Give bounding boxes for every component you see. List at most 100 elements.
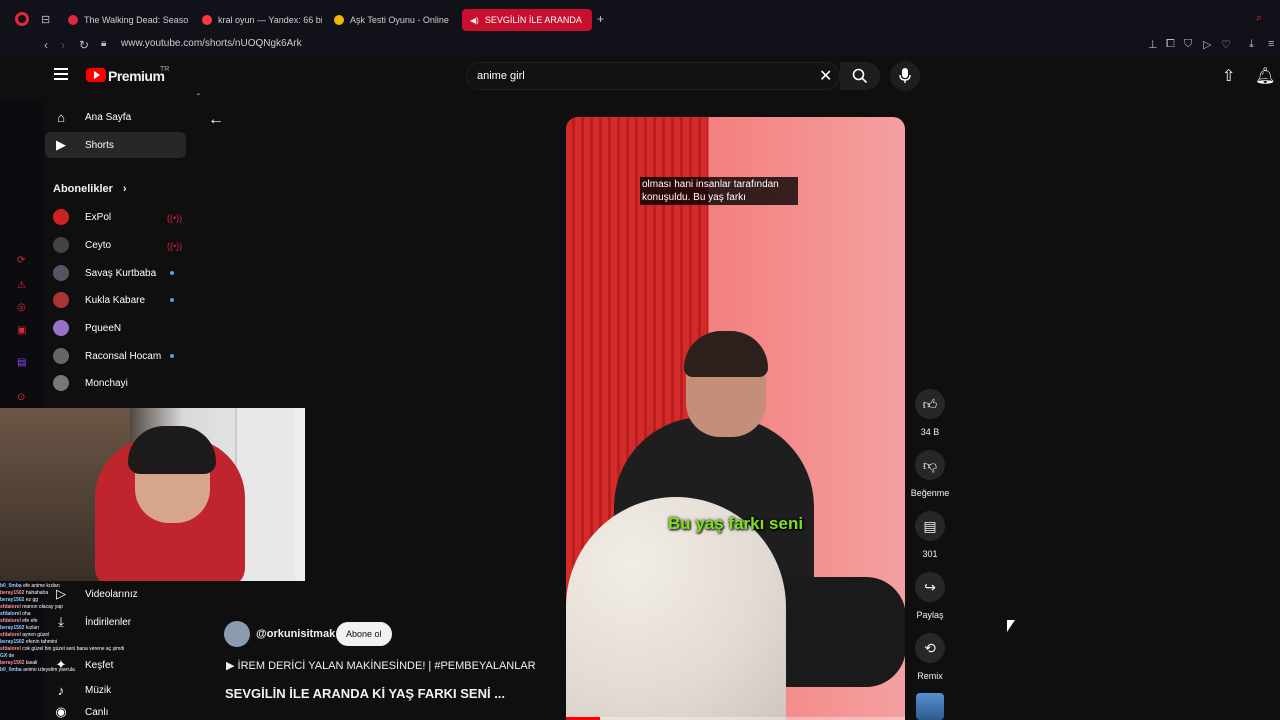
youtube-logo-icon[interactable] <box>86 68 106 82</box>
sidebar-scroll-up-icon[interactable]: ⌃ <box>195 92 202 101</box>
chat-text: animo izleyelim yavrula <box>23 667 75 673</box>
forward-icon[interactable]: › <box>61 38 65 52</box>
voice-search-button[interactable] <box>890 61 920 91</box>
address-bar: ‹ › ↻ 🔒︎ www.youtube.com/shorts/nUOQNgk6… <box>0 34 1280 56</box>
more-icon[interactable]: ⊙ <box>17 392 25 403</box>
video-caption-top: olması hani insanlar tarafından konuşuld… <box>640 177 798 205</box>
download-icon[interactable]: ⤓ <box>1249 38 1254 51</box>
tab-favicon-icon <box>68 15 78 25</box>
subscriptions-title[interactable]: Abonelikler › <box>53 183 127 195</box>
shield-icon[interactable]: ⛉ <box>1184 38 1192 51</box>
sidebar-item-ceyto[interactable]: Ceyto <box>45 232 186 258</box>
subscriptions-title-text: Abonelikler <box>53 183 113 195</box>
tab-walking-dead[interactable]: The Walking Dead: Season <box>60 9 188 31</box>
comments-button[interactable]: ▤ 301 <box>900 511 960 559</box>
remix-button[interactable]: ⟲ Remix <box>900 633 960 681</box>
new-tab-button[interactable]: + <box>597 12 604 26</box>
pin-icon[interactable]: ⊥ <box>1148 38 1158 51</box>
tab-label: Aşk Testi Oyunu - Online <box>350 15 449 25</box>
sidebar-item-label: Ana Sayfa <box>85 111 132 123</box>
new-content-dot <box>170 354 174 358</box>
comment-icon: ▤ <box>915 511 945 541</box>
music-title: İREM DERİCİ YALAN MAKİNESİNDE! | #PEMBEY… <box>237 660 536 672</box>
remix-label: Remix <box>917 671 943 681</box>
sidebar-item-monchayi[interactable]: Monchayi <box>45 370 186 396</box>
instagram-icon[interactable]: ▣ <box>17 325 26 336</box>
snapshot-icon[interactable]: ⧠ <box>1166 38 1175 51</box>
menu-icon[interactable]: ≡ <box>1268 38 1274 50</box>
sidebar-item-label: ExPol <box>85 211 112 223</box>
sidebar-item-shorts[interactable]: ▶ Shorts <box>45 132 186 158</box>
heart-icon[interactable]: ♡ <box>1221 38 1231 51</box>
chat-message: beray1502 lasali <box>0 660 225 667</box>
lock-icon[interactable]: 🔒︎ <box>101 38 106 49</box>
back-arrow-icon[interactable]: ← <box>208 111 224 129</box>
history-icon[interactable]: ⟳ <box>17 255 25 266</box>
region-code: TR <box>160 66 170 73</box>
workspaces-icon[interactable]: ⊟ <box>41 13 50 26</box>
sidebar-item-home[interactable]: ⌂ Ana Sayfa <box>45 104 186 130</box>
sidebar-item-kukla-kabare[interactable]: Kukla Kabare <box>45 287 186 313</box>
opera-logo-icon[interactable] <box>15 12 29 26</box>
youtube-brand[interactable]: Premium <box>108 68 165 84</box>
tab-ask-testi[interactable]: Aşk Testi Oyunu - Online <box>326 9 456 31</box>
like-button[interactable]: 👍︎ 34 B <box>900 389 960 437</box>
chat-username: sfdalorel <box>0 611 23 617</box>
sidebar-item-raconsal-hocam[interactable]: Raconsal Hocam <box>45 343 186 369</box>
search-tabs-icon[interactable]: ⌕ <box>1256 12 1262 25</box>
chat-username: beray1502 <box>0 625 26 631</box>
chat-message: sfdalorel aynen güzel <box>0 632 225 639</box>
channel-avatar[interactable] <box>224 621 250 647</box>
short-video-player[interactable] <box>566 117 905 720</box>
sidebar-item-expol[interactable]: ExPol <box>45 204 186 230</box>
stream-chat-overlay: b0_0mba efe anime kızları beray1502 hahah… <box>0 583 225 720</box>
home-icon: ⌂ <box>57 109 65 125</box>
chat-text: aynen güzel <box>22 632 50 638</box>
like-count: 34 B <box>920 427 940 437</box>
chat-message: sfdalorel efe efe <box>0 618 225 625</box>
tab-label: SEVGİLİN İLE ARANDA <box>484 15 582 25</box>
subscribe-button[interactable]: Abone ol <box>336 622 392 646</box>
search-button[interactable] <box>840 62 880 90</box>
audio-icon[interactable]: ◀) <box>470 16 479 25</box>
url-text[interactable]: www.youtube.com/shorts/nUOQNgk6Ark <box>121 38 302 49</box>
upload-icon[interactable]: ⇧ <box>1222 66 1235 86</box>
twitch-icon[interactable]: ▤ <box>17 357 26 368</box>
chat-message: sfdalorel cok güzel bin güzel seni bana … <box>0 646 225 653</box>
hamburger-menu-icon[interactable] <box>54 68 68 80</box>
play-icon: ▶ <box>226 660 238 672</box>
chat-username: beray1502 <box>0 660 26 666</box>
aria-icon[interactable]: ⚠ <box>17 280 26 291</box>
tab-yandex[interactable]: kral oyun — Yandex: 66 bi <box>194 9 322 31</box>
reload-icon[interactable]: ↻ <box>79 38 89 52</box>
shorts-icon: ▶ <box>56 137 66 152</box>
tab-bar: ⊟ The Walking Dead: Season kral oyun — Y… <box>0 0 1280 34</box>
chat-message: beray1502 efenin tahmini <box>0 639 225 646</box>
short-music-link[interactable]: ▶ İREM DERİCİ YALAN MAKİNESİNDE! | #PEMB… <box>226 659 536 672</box>
back-icon[interactable]: ‹ <box>44 38 48 52</box>
microphone-icon <box>899 68 911 83</box>
tab-sevgilin-active[interactable]: ◀) SEVGİLİN İLE ARANDA <box>462 9 592 31</box>
audio-thumbnail[interactable] <box>916 693 944 720</box>
avatar <box>53 348 69 364</box>
chat-username: beray1502 <box>0 590 26 596</box>
avatar <box>53 209 69 225</box>
dislike-button[interactable]: 👎︎ Beğenme <box>900 450 960 498</box>
chat-message: beray1502 hahahaha <box>0 590 225 597</box>
chat-text: ez gg <box>25 597 39 603</box>
live-indicator-icon: ((•)) <box>167 241 183 251</box>
dislike-label: Beğenme <box>910 488 950 498</box>
share-button[interactable]: ↪ Paylaş <box>900 572 960 620</box>
messenger-icon[interactable]: ◎ <box>17 302 26 313</box>
channel-name[interactable]: @orkunisitmak <box>256 628 335 640</box>
tab-favicon-icon <box>334 15 344 25</box>
sidebar-item-savas-kurtbaba[interactable]: Savaş Kurtbaba <box>45 260 186 286</box>
sidebar-item-pqueen[interactable]: PqueeN <box>45 315 186 341</box>
search-input[interactable]: anime girl <box>477 70 525 82</box>
notifications-bell-icon[interactable]: 🔔︎ <box>1255 66 1275 86</box>
clear-search-icon[interactable]: ✕ <box>819 66 832 86</box>
avatar <box>53 375 69 391</box>
player-icon[interactable]: ▷ <box>1203 38 1211 51</box>
chat-message: sfdalorel manon olacay yap <box>0 604 225 611</box>
chevron-right-icon: › <box>122 183 127 195</box>
